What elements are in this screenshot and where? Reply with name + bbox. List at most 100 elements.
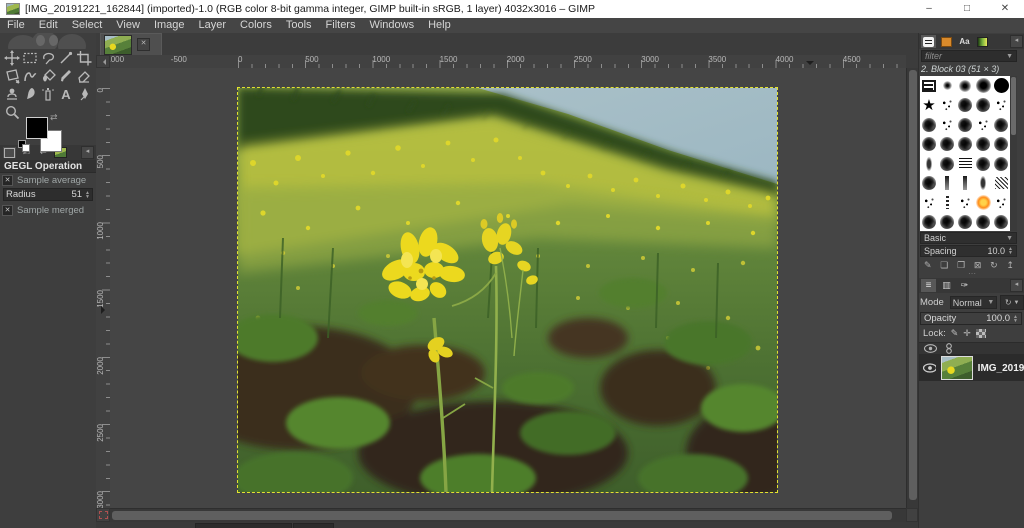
brush-thumbnail[interactable] <box>992 115 1010 135</box>
menu-item-edit[interactable]: Edit <box>32 18 65 33</box>
duplicate-brush-icon[interactable]: ❐ <box>957 260 965 271</box>
rectangle-select-tool-button[interactable] <box>21 49 39 67</box>
brush-grid-scrollbar[interactable] <box>1010 76 1017 231</box>
layer-thumbnail[interactable] <box>941 356 973 380</box>
brush-thumbnail[interactable] <box>938 174 956 194</box>
brush-thumbnail[interactable] <box>938 154 956 174</box>
brush-thumbnail[interactable] <box>992 193 1010 213</box>
opacity-spinner[interactable]: ▲▼ <box>1013 315 1018 323</box>
spacing-spinner[interactable]: ▲▼ <box>1008 247 1013 255</box>
new-brush-icon[interactable]: ❏ <box>940 260 948 271</box>
brush-thumbnail[interactable] <box>956 76 974 96</box>
brush-thumbnail[interactable] <box>992 96 1010 116</box>
brush-thumbnail[interactable] <box>956 174 974 194</box>
brushes-dock-menu-button[interactable]: ◂ <box>1010 35 1023 48</box>
brush-thumbnail[interactable]: ★ <box>920 96 938 116</box>
menu-item-windows[interactable]: Windows <box>362 18 421 33</box>
brush-thumbnail[interactable] <box>974 193 992 213</box>
brush-thumbnail[interactable] <box>938 135 956 155</box>
brush-thumbnail[interactable] <box>992 154 1010 174</box>
brush-thumbnail[interactable] <box>974 154 992 174</box>
brush-thumbnail[interactable] <box>992 76 1010 96</box>
eraser-tool-button[interactable] <box>75 67 93 85</box>
clone-tool-button[interactable] <box>3 85 21 103</box>
units-dropdown-partial[interactable] <box>195 523 292 528</box>
menu-item-colors[interactable]: Colors <box>233 18 279 33</box>
brush-thumbnail[interactable] <box>974 174 992 194</box>
brush-thumbnail[interactable] <box>920 115 938 135</box>
tab-patterns[interactable] <box>939 35 954 48</box>
radius-field[interactable]: Radius 51 ▲▼ <box>3 188 93 201</box>
lock-alpha-icon[interactable] <box>976 329 986 338</box>
brush-thumbnail[interactable] <box>920 193 938 213</box>
brush-thumbnail[interactable] <box>974 115 992 135</box>
layer-row[interactable]: IMG_20191 <box>919 355 1024 381</box>
zoom-dropdown-partial[interactable] <box>293 523 334 528</box>
brush-grid[interactable]: ★ <box>920 76 1010 231</box>
mode-select[interactable]: Normal ▼ <box>950 296 998 309</box>
brush-thumbnail[interactable] <box>920 213 938 232</box>
canvas-image[interactable] <box>238 88 777 492</box>
menu-item-filters[interactable]: Filters <box>319 18 363 33</box>
menu-item-image[interactable]: Image <box>147 18 192 33</box>
mode-reset-button[interactable]: ↻▼ <box>1000 295 1024 310</box>
image-tab-close-button[interactable]: ✕ <box>137 38 150 51</box>
move-tool-button[interactable] <box>3 49 21 67</box>
brush-thumbnail[interactable] <box>992 174 1010 194</box>
dock-menu-button[interactable]: ◂ <box>81 146 94 159</box>
brush-thumbnail[interactable] <box>956 135 974 155</box>
tab-brushes[interactable] <box>921 35 936 48</box>
brush-thumbnail[interactable] <box>992 135 1010 155</box>
minimize-button[interactable]: – <box>910 0 948 18</box>
brush-thumbnail[interactable] <box>938 115 956 135</box>
unified-transform-tool-button[interactable] <box>3 67 21 85</box>
tab-gradients[interactable] <box>975 35 990 48</box>
chevron-down-icon[interactable]: ▼ <box>1006 53 1013 60</box>
layer-opacity-slider[interactable]: Opacity 100.0 ▲▼ <box>920 312 1022 325</box>
brush-thumbnail[interactable] <box>974 135 992 155</box>
brush-thumbnail[interactable] <box>920 174 938 194</box>
horizontal-ruler[interactable]: -1000-5000500100015002000250030003500400… <box>110 55 906 69</box>
menu-item-view[interactable]: View <box>109 18 147 33</box>
brush-thumbnail[interactable] <box>938 96 956 116</box>
tab-fonts[interactable]: Aa <box>957 35 972 48</box>
menu-item-help[interactable]: Help <box>421 18 458 33</box>
radius-spinner[interactable]: ▲▼ <box>85 191 90 199</box>
edit-brush-icon[interactable]: ✎ <box>924 260 932 271</box>
lock-position-icon[interactable]: ✛ <box>963 328 971 339</box>
tab-tool-options[interactable] <box>3 147 16 158</box>
refresh-brushes-icon[interactable]: ↻ <box>990 260 998 271</box>
crop-tool-button[interactable] <box>75 49 93 67</box>
brush-thumbnail[interactable] <box>938 213 956 232</box>
text-tool-button[interactable]: A <box>57 85 75 103</box>
image-tab[interactable]: ✕ <box>100 33 162 55</box>
menu-item-tools[interactable]: Tools <box>279 18 319 33</box>
menu-item-file[interactable]: File <box>0 18 32 33</box>
brush-thumbnail[interactable] <box>992 213 1010 232</box>
close-button[interactable]: ✕ <box>986 0 1024 18</box>
paintbrush-tool-button[interactable] <box>57 67 75 85</box>
brush-spacing-slider[interactable]: Spacing 10.0 ▲▼ <box>920 245 1017 257</box>
brush-thumbnail[interactable] <box>956 96 974 116</box>
brush-grid-scrollbar-thumb[interactable] <box>1011 77 1016 135</box>
open-brush-icon[interactable]: ↥ <box>1006 260 1014 271</box>
tab-layers[interactable]: ≡ <box>921 279 936 292</box>
brush-thumbnail[interactable] <box>956 115 974 135</box>
airbrush-tool-button[interactable] <box>39 85 57 103</box>
quick-mask-toggle-button[interactable] <box>96 508 110 522</box>
brush-thumbnail[interactable] <box>956 193 974 213</box>
brush-thumbnail[interactable] <box>956 213 974 232</box>
menu-item-select[interactable]: Select <box>65 18 110 33</box>
opacity-value[interactable]: 100.0 <box>986 313 1010 324</box>
tab-channels[interactable]: ▥ <box>939 279 954 292</box>
brush-thumbnail[interactable] <box>920 135 938 155</box>
sample-average-option[interactable]: ✕ Sample average <box>2 174 94 187</box>
zoom-tool-button[interactable] <box>3 103 21 121</box>
ink-tool-button[interactable] <box>75 85 93 103</box>
navigation-button[interactable] <box>906 508 918 522</box>
ruler-corner-menu-button[interactable] <box>96 55 110 68</box>
sample-merged-checkbox[interactable]: ✕ <box>2 205 13 216</box>
measure-tool-button[interactable] <box>57 49 75 67</box>
brush-thumbnail[interactable] <box>974 76 992 96</box>
layers-dock-menu-button[interactable]: ◂ <box>1010 279 1023 292</box>
